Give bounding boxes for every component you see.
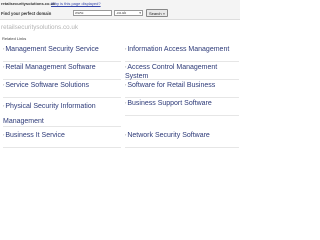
tld-select[interactable]: .co.uk ▾ (114, 10, 143, 16)
related-link[interactable]: ›Management Security Service (3, 44, 121, 62)
search-button[interactable]: Search » (146, 9, 168, 17)
related-link-label: Business Support Software (127, 100, 212, 107)
why-displayed-link[interactable]: Why is this page displayed? (51, 1, 101, 6)
related-link-label: Retail Management Software (5, 64, 96, 71)
related-link-label: Access Control Management System (125, 64, 218, 80)
related-link-label: Management Security Service (5, 46, 99, 53)
site-title: retailsecuritysolutions.co.uk (1, 24, 78, 31)
related-link-label: Network Security Software (127, 132, 210, 139)
domain-search-input[interactable]: www. (73, 10, 112, 16)
related-link-label: Business It Service (5, 132, 65, 139)
related-link-label: Information Access Management (127, 46, 230, 53)
related-link[interactable]: ›Information Access Management (125, 44, 239, 62)
related-link[interactable]: ›Retail Management Software (3, 62, 121, 80)
related-link-label: Service Software Solutions (5, 82, 89, 89)
top-bar: retailsecuritysolutions.co.uk Why is thi… (0, 0, 240, 20)
related-link[interactable]: ›Business It Service (3, 130, 121, 148)
domain-name: retailsecuritysolutions.co.uk (1, 1, 56, 6)
related-link[interactable]: ›Software for Retail Business (125, 80, 239, 98)
find-domain-label: Find your perfect domain (1, 11, 52, 16)
related-link[interactable]: ›Network Security Software (125, 130, 239, 148)
related-link[interactable]: ›Access Control Management System (125, 62, 239, 80)
related-link-label: Software for Retail Business (127, 82, 216, 89)
tld-select-value: .co.uk (116, 11, 127, 15)
related-link[interactable]: ›Physical Security Information Managemen… (3, 98, 121, 127)
related-link-label: Physical Security Information Management (3, 103, 96, 125)
related-link[interactable]: ›Service Software Solutions (3, 80, 121, 98)
chevron-down-icon: ▾ (139, 11, 141, 15)
related-links-label: Related Links (2, 36, 27, 41)
related-link[interactable]: ›Business Support Software (125, 98, 239, 116)
